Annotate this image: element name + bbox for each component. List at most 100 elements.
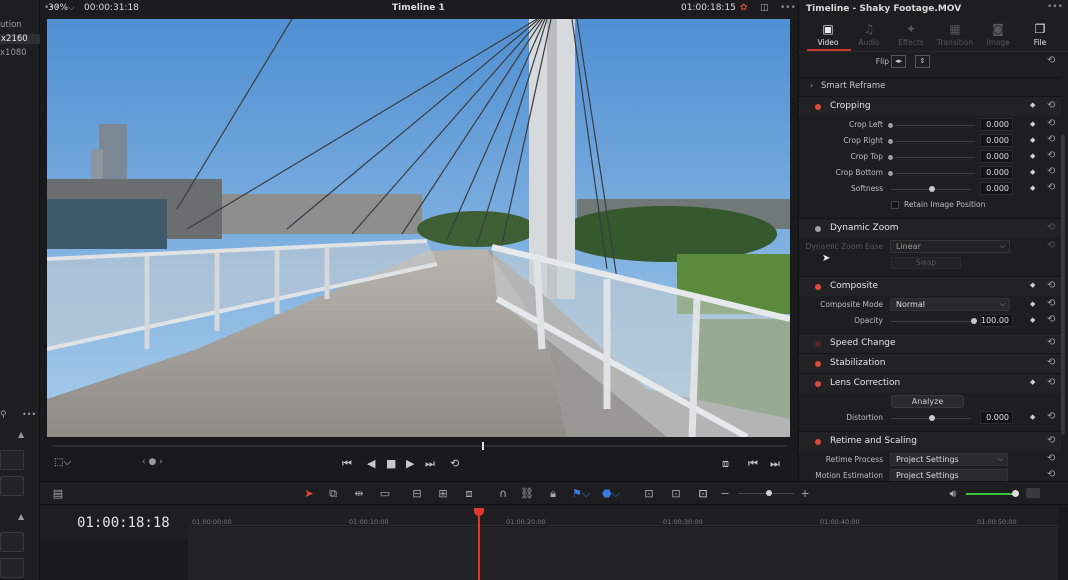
prev-frame-icon[interactable]: ⏮ (748, 457, 758, 471)
zoom-level[interactable]: 30% (48, 3, 68, 13)
reset-icon[interactable]: ⟲ (1047, 100, 1055, 111)
stop-icon[interactable]: ■ (386, 457, 396, 470)
reset-icon[interactable]: ⟲ (1047, 118, 1055, 129)
match-frame-icon[interactable]: ⧈ (722, 457, 729, 471)
timeline-tracks[interactable] (188, 527, 1058, 580)
bin-button-2[interactable] (0, 476, 24, 496)
distortion-knob[interactable] (929, 415, 935, 421)
reset-icon[interactable]: ⟲ (1047, 166, 1055, 177)
volume-knob[interactable] (1012, 490, 1019, 497)
jump-start-icon[interactable]: ⏮ (342, 457, 352, 471)
loop-icon[interactable]: ⟲ (450, 457, 459, 470)
collapse-up-icon[interactable]: ▲ (18, 430, 24, 439)
keyframe-icon[interactable]: ◆ (1030, 184, 1035, 192)
viewer-more-icon[interactable]: ••• (780, 3, 796, 13)
zoom-detail-icon[interactable]: ⊡ (667, 487, 685, 501)
crop-left-value[interactable]: 0.000 (980, 118, 1013, 131)
tab-effects[interactable]: ✦ Effects (888, 22, 934, 47)
zoom-out-icon[interactable]: − (716, 487, 734, 501)
lens-correction-section[interactable]: Lens Correction ◆ ⟲ (799, 373, 1061, 393)
keyframe-icon[interactable]: ◆ (1030, 413, 1035, 421)
search-icon[interactable]: ⚲ (0, 410, 7, 420)
insert-clip-icon[interactable]: ⊟ (408, 487, 426, 501)
crop-top-value[interactable]: 0.000 (980, 150, 1013, 163)
reset-icon[interactable]: ⟲ (1047, 314, 1055, 325)
reset-icon[interactable]: ⟲ (1047, 182, 1055, 193)
softness-knob[interactable] (929, 186, 935, 192)
jump-end-icon[interactable]: ⏭ (425, 457, 435, 471)
stabilization-enable-toggle[interactable] (815, 361, 821, 367)
tab-transition[interactable]: ▦ Transition (932, 22, 978, 47)
bin-button-1[interactable] (0, 450, 24, 470)
volume-slider[interactable] (966, 493, 1018, 495)
tab-image[interactable]: ◙ Image (975, 22, 1021, 47)
dynamic-zoom-enable-toggle[interactable] (815, 226, 821, 232)
opacity-slider[interactable] (891, 321, 971, 322)
lock-icon[interactable]: 🔒︎ (544, 487, 562, 501)
opacity-value[interactable]: 100.00 (980, 314, 1013, 327)
cropping-enable-toggle[interactable] (815, 104, 821, 110)
timeline-chevron-icon[interactable]: ⌵ (437, 3, 444, 13)
link-icon[interactable]: ⛓ (518, 487, 536, 501)
flag-icon[interactable]: ⚑⌵ (572, 487, 590, 501)
reset-icon[interactable]: ⟲ (1047, 240, 1055, 251)
overwrite-clip-icon[interactable]: ⊞ (434, 487, 452, 501)
analyze-button[interactable]: Analyze (891, 395, 964, 408)
keyframe-icon[interactable]: ◆ (1030, 120, 1035, 128)
speed-change-enable-toggle[interactable] (815, 341, 821, 347)
snapping-icon[interactable]: ∩ (494, 487, 512, 501)
retain-image-checkbox[interactable] (891, 201, 899, 209)
keyframe-icon[interactable]: ◆ (1030, 378, 1035, 386)
bin-button-4[interactable] (0, 558, 24, 578)
clip-nav-dots[interactable]: ‹ ● › (142, 457, 163, 467)
motion-estimation-dropdown[interactable]: Project Settings (890, 469, 1008, 481)
reset-icon[interactable]: ⟲ (1047, 337, 1055, 348)
keyframe-icon[interactable]: ◆ (1030, 101, 1035, 109)
color-wheel-icon[interactable]: ✿ (740, 3, 748, 13)
tab-video[interactable]: ▣ Video (805, 22, 851, 47)
composite-mode-dropdown[interactable]: Normal ⌵ (890, 298, 1010, 311)
more-options-icon[interactable]: ••• (22, 410, 36, 419)
cropping-section[interactable]: Cropping ◆ ⟲ (799, 96, 1061, 116)
smart-reframe-row[interactable]: › Smart Reframe (799, 77, 1061, 95)
retime-scaling-section[interactable]: Retime and Scaling ⟲ (799, 431, 1061, 451)
crop-right-slider[interactable] (895, 141, 975, 142)
tab-audio[interactable]: ♫ Audio (846, 22, 892, 47)
reset-icon[interactable]: ⟲ (1047, 377, 1055, 388)
inspector-more-icon[interactable]: ••• (1047, 2, 1063, 12)
reset-icon[interactable]: ⟲ (1047, 134, 1055, 145)
reset-icon[interactable]: ⟲ (1047, 150, 1055, 161)
blade-tool-icon[interactable]: ▭ (376, 487, 394, 501)
flip-horizontal-icon[interactable]: ◂▸ (891, 55, 906, 68)
timeline-view-icon[interactable]: ▤ (49, 487, 67, 501)
video-viewer[interactable] (47, 19, 790, 437)
speed-change-section[interactable]: Speed Change ⟲ (799, 333, 1061, 353)
reset-icon[interactable]: ⟲ (1047, 357, 1055, 368)
dynamic-zoom-ease-dropdown[interactable]: Linear ⌵ (890, 240, 1010, 253)
crop-left-slider[interactable] (895, 125, 975, 126)
zoom-chevron-icon[interactable]: ⌵ (68, 3, 75, 13)
keyframe-icon[interactable]: ◆ (1030, 316, 1035, 324)
trim-tool-icon[interactable]: ⧉ (324, 487, 342, 501)
keyframe-icon[interactable]: ◆ (1030, 152, 1035, 160)
reset-icon[interactable]: ⟲ (1047, 435, 1055, 446)
crop-top-slider[interactable] (895, 157, 975, 158)
zoom-full-icon[interactable]: ⊡ (640, 487, 658, 501)
swap-button[interactable]: Swap (891, 257, 961, 269)
softness-value[interactable]: 0.000 (980, 182, 1013, 195)
next-frame-icon[interactable]: ⏭ (770, 457, 780, 471)
viewer-scrub-playhead[interactable] (482, 442, 484, 450)
stabilization-section[interactable]: Stabilization ⟲ (799, 353, 1061, 373)
viewer-scrubber[interactable] (52, 445, 787, 447)
reset-icon[interactable]: ⟲ (1047, 298, 1055, 309)
composite-enable-toggle[interactable] (815, 284, 821, 290)
timeline-playhead[interactable] (478, 508, 480, 580)
expand-chevron-icon[interactable]: › (810, 81, 813, 90)
inspector-scrollbar[interactable] (1061, 135, 1065, 435)
reset-icon[interactable]: ⟲ (1047, 222, 1055, 233)
marker-icon[interactable]: ⬣⌵ (602, 487, 620, 501)
zoom-slider-knob[interactable] (766, 490, 772, 496)
selection-tool-icon[interactable]: ➤ (300, 487, 318, 501)
retime-enable-toggle[interactable] (815, 439, 821, 445)
zoom-in-icon[interactable]: + (796, 487, 814, 501)
